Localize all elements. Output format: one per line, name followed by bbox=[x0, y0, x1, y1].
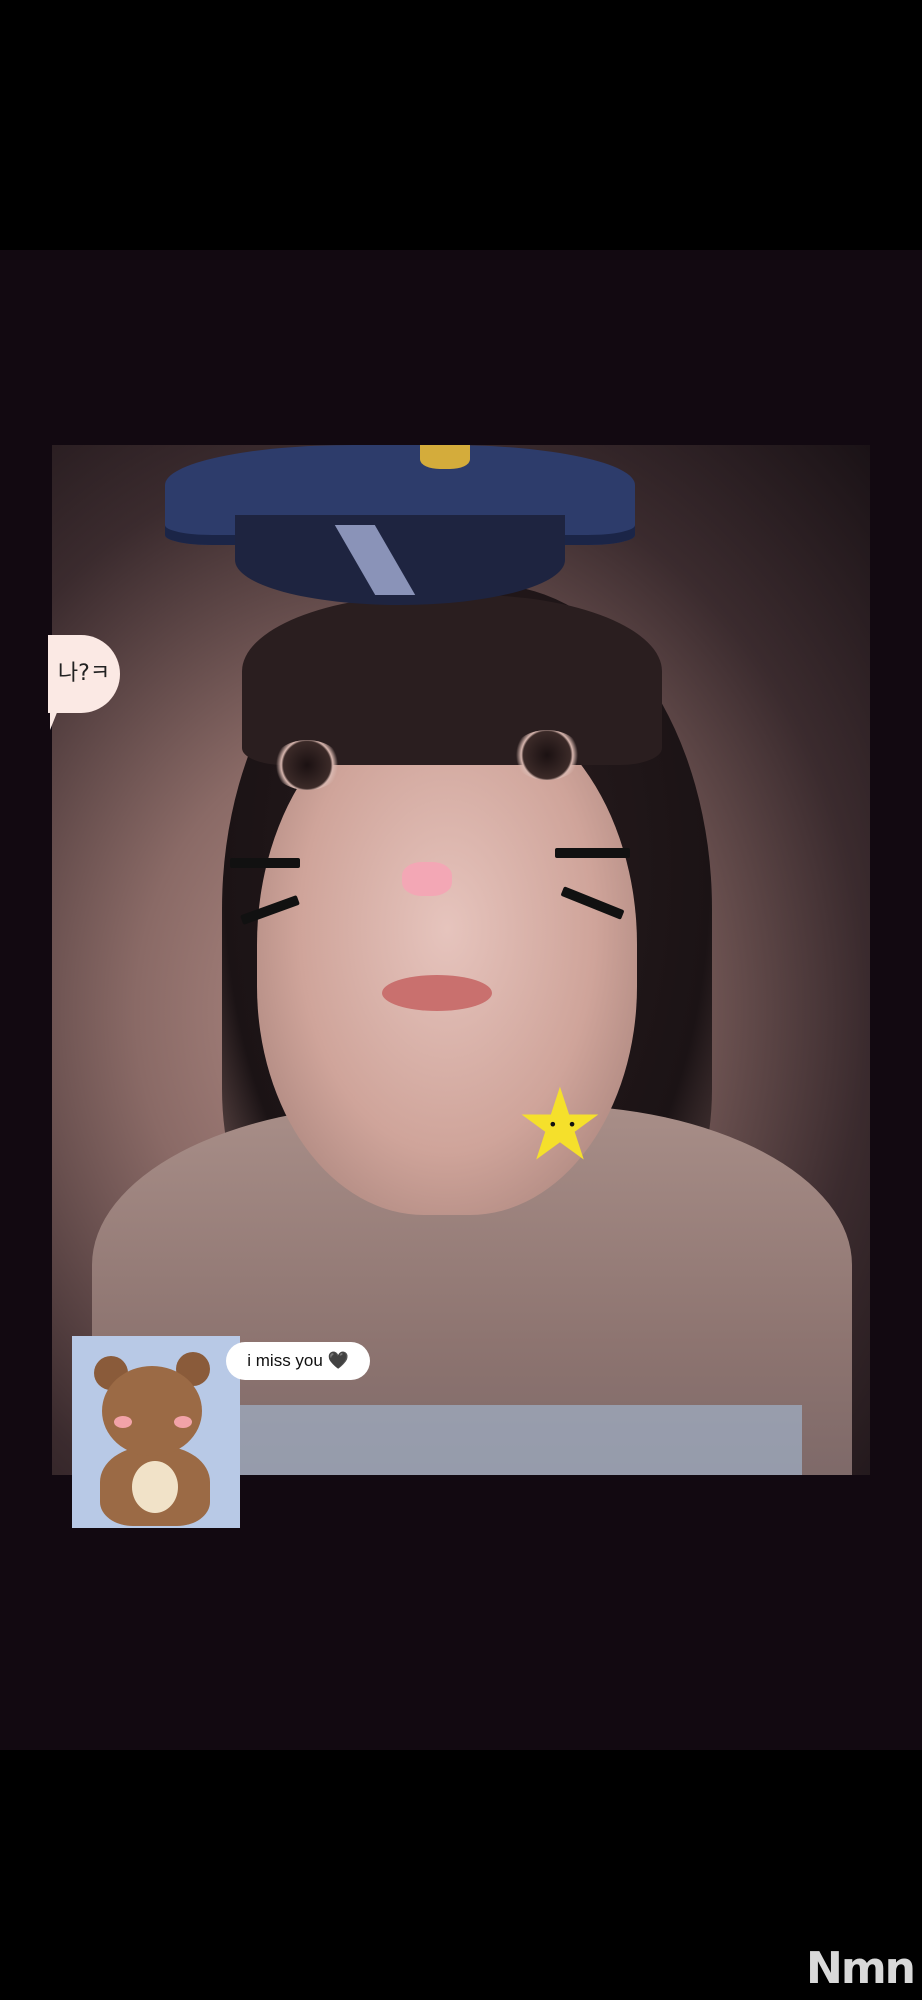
dress-hem bbox=[222, 1405, 802, 1475]
bear-blush-left bbox=[114, 1416, 132, 1428]
whisker-right-top bbox=[555, 848, 630, 858]
watermark-logo: Nmn bbox=[806, 1943, 916, 1994]
hat-badge-icon bbox=[420, 445, 470, 469]
police-hat-sticker bbox=[165, 445, 635, 615]
right-eye bbox=[512, 730, 582, 780]
bear-sticker bbox=[72, 1336, 240, 1528]
story-page: ★ • • 나?ㅋ i miss you 🖤 Nmn bbox=[0, 0, 922, 2000]
lips bbox=[382, 975, 492, 1011]
bear-icon bbox=[102, 1366, 202, 1456]
star-eyes: • • bbox=[548, 1115, 577, 1134]
nose-sticker bbox=[402, 862, 452, 896]
bear-belly bbox=[132, 1461, 178, 1513]
whisker-left-top bbox=[230, 858, 300, 868]
left-eye bbox=[272, 740, 342, 790]
chat-bubble-sticker: i miss you 🖤 bbox=[226, 1342, 370, 1380]
bear-blush-right bbox=[174, 1416, 192, 1428]
